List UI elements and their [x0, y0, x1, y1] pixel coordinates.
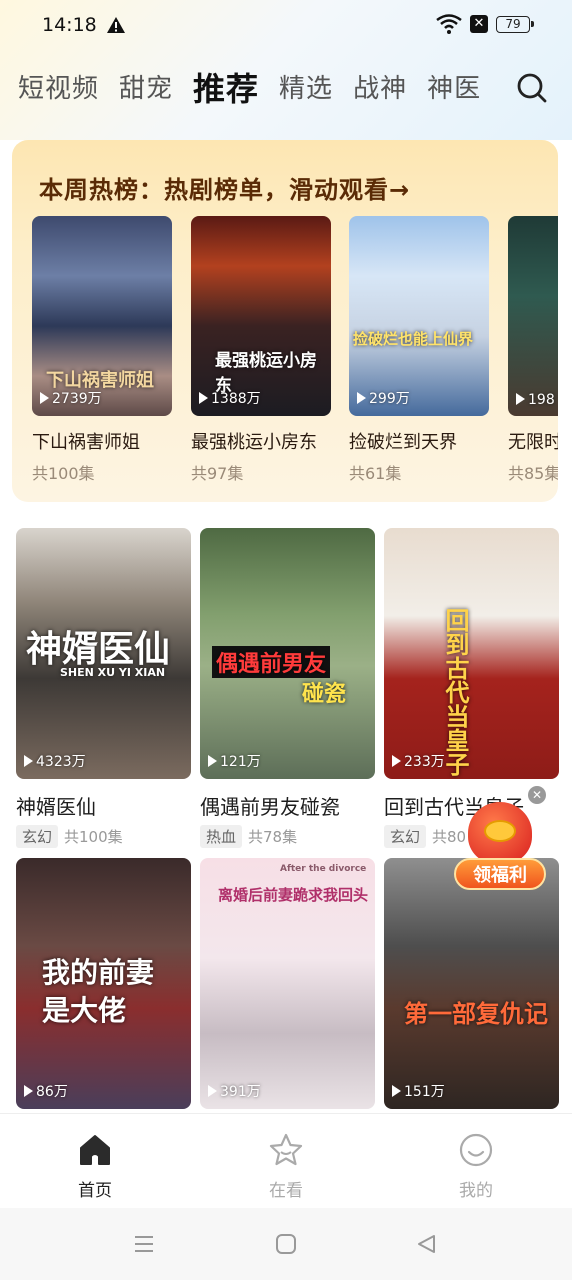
hot-item[interactable]: 捡破烂也能上仙界 299万 捡破烂到天界 共61集	[349, 216, 489, 484]
hot-item-episodes: 共97集	[191, 464, 244, 483]
genre-tag: 玄幻	[16, 825, 59, 848]
weekly-hot-section: 本周热榜：热剧榜单，滑动观看→ 下山祸害师姐 2739万 下山祸害师姐 共100…	[12, 140, 558, 502]
hot-item-title: 无限时	[508, 432, 558, 453]
play-icon	[208, 1085, 217, 1097]
hot-item-title: 下山祸害师姐	[32, 432, 140, 453]
bottom-nav: 首页 在看 我的	[0, 1113, 572, 1208]
play-count: 2739万	[40, 388, 102, 408]
play-icon	[392, 1085, 401, 1097]
hot-item[interactable]: 最强桃运小房东 1388万 最强桃运小房东 共97集	[191, 216, 331, 484]
status-time: 14:18	[42, 14, 97, 36]
back-icon[interactable]	[414, 1232, 438, 1256]
drama-poster: 回到古代当皇子 233万	[384, 528, 559, 779]
episode-count: 共78集	[248, 828, 298, 846]
play-count: 121万	[208, 751, 261, 771]
poster-title: 第一部复仇记	[404, 1000, 548, 1028]
poster-subtitle: SHEN XU YI XIAN	[60, 666, 166, 679]
hot-item-episodes: 共61集	[349, 464, 402, 483]
drama-title: 神婿医仙	[16, 795, 96, 819]
menu-icon[interactable]	[132, 1232, 156, 1256]
tab-sweet-romance[interactable]: 甜宠	[119, 64, 173, 114]
battery-level: 79	[505, 17, 521, 31]
hot-item[interactable]: 198 无限时 共85集	[508, 216, 558, 484]
promo-label: 领福利	[454, 858, 546, 890]
system-nav-bar	[0, 1208, 572, 1280]
hot-poster: 下山祸害师姐 2739万	[32, 216, 172, 416]
drama-poster: 离婚后前妻跪求我回头 After the divorce 391万	[200, 858, 375, 1109]
nav-watching[interactable]: 在看	[226, 1114, 346, 1209]
home-icon	[80, 1135, 110, 1165]
episode-count: 共100集	[64, 828, 123, 846]
play-icon	[24, 755, 33, 767]
category-tabs: 短视频 甜宠 推荐 精选 战神 神医	[18, 64, 501, 114]
tab-war-god[interactable]: 战神	[353, 64, 407, 114]
drama-card[interactable]: 离婚后前妻跪求我回头 After the divorce 391万	[200, 858, 375, 1109]
drama-poster: 神婿医仙 SHEN XU YI XIAN 4323万	[16, 528, 191, 779]
genre-tag: 玄幻	[384, 825, 427, 848]
play-count: 391万	[208, 1081, 261, 1101]
drama-meta: 热血 共78集	[200, 825, 375, 848]
play-icon	[357, 392, 366, 404]
hot-item[interactable]: 下山祸害师姐 2739万 下山祸害师姐 共100集	[32, 216, 172, 484]
play-icon	[40, 392, 49, 404]
poster-title: 神婿医仙	[26, 629, 171, 670]
welfare-promo[interactable]: 领福利 ✕	[454, 786, 546, 896]
play-count: 4323万	[24, 751, 86, 771]
hot-item-episodes: 共85集	[508, 464, 558, 483]
drama-title: 偶遇前男友碰瓷	[200, 795, 340, 819]
hot-poster: 最强桃运小房东 1388万	[191, 216, 331, 416]
nav-profile[interactable]: 我的	[416, 1114, 536, 1209]
play-icon	[392, 755, 401, 767]
tab-divine-doctor[interactable]: 神医	[427, 64, 481, 114]
nav-home[interactable]: 首页	[35, 1114, 155, 1209]
tab-short-video[interactable]: 短视频	[18, 64, 99, 114]
play-count: 1388万	[199, 388, 261, 408]
genre-tag: 热血	[200, 825, 243, 848]
drama-card[interactable]: 我的前妻是大佬 86万	[16, 858, 191, 1109]
drama-card[interactable]: 神婿医仙 SHEN XU YI XIAN 4323万 神婿医仙 玄幻 共100集	[16, 528, 191, 848]
play-count: 198	[516, 392, 555, 408]
play-count: 299万	[357, 388, 410, 408]
tab-recommended[interactable]: 推荐	[193, 64, 259, 114]
drama-poster: 偶遇前男友 碰瓷 121万	[200, 528, 375, 779]
play-icon	[24, 1085, 33, 1097]
poster-title: 我的前妻是大佬	[42, 956, 155, 1027]
play-count: 233万	[392, 751, 445, 771]
play-icon	[199, 392, 208, 404]
drama-meta: 玄幻 共100集	[16, 825, 191, 848]
hot-section-title: 本周热榜：热剧榜单，滑动观看→	[39, 176, 411, 204]
close-icon[interactable]: ✕	[528, 786, 546, 804]
search-icon[interactable]	[516, 72, 548, 104]
hot-item-title: 最强桃运小房东	[191, 432, 317, 453]
poster-subtitle: After the divorce	[280, 864, 367, 874]
poster-title: 偶遇前男友	[212, 646, 331, 678]
notification-x-icon: ✕	[470, 15, 488, 33]
hot-poster: 198	[508, 216, 558, 416]
star-icon	[269, 1133, 303, 1166]
play-icon	[516, 393, 525, 405]
tab-featured[interactable]: 精选	[279, 64, 333, 114]
hot-poster: 捡破烂也能上仙界 299万	[349, 216, 489, 416]
hot-item-title: 捡破烂到天界	[349, 432, 457, 453]
hot-item-episodes: 共100集	[32, 464, 95, 483]
play-icon	[208, 755, 217, 767]
poster-title: 离婚后前妻跪求我回头	[218, 886, 369, 904]
nav-home-label: 首页	[78, 1181, 112, 1201]
status-bar: 14:18 ✕ 79	[0, 0, 572, 52]
drama-poster: 我的前妻是大佬 86万	[16, 858, 191, 1109]
battery-icon: 79	[496, 16, 534, 33]
hot-list: 下山祸害师姐 2739万 下山祸害师姐 共100集 最强桃运小房东 1388万 …	[32, 216, 558, 496]
play-count: 151万	[392, 1081, 445, 1101]
play-count: 86万	[24, 1081, 68, 1101]
coin-icon	[484, 820, 516, 842]
hot-poster-text: 捡破烂也能上仙界	[353, 330, 474, 348]
poster-subtitle: 碰瓷	[302, 682, 347, 707]
home-button-icon[interactable]	[274, 1232, 298, 1256]
wifi-icon	[436, 14, 462, 34]
nav-profile-label: 我的	[459, 1181, 493, 1201]
smile-icon	[459, 1133, 493, 1167]
drama-card[interactable]: 偶遇前男友 碰瓷 121万 偶遇前男友碰瓷 热血 共78集	[200, 528, 375, 848]
warning-icon	[107, 17, 125, 33]
nav-watching-label: 在看	[269, 1181, 303, 1201]
